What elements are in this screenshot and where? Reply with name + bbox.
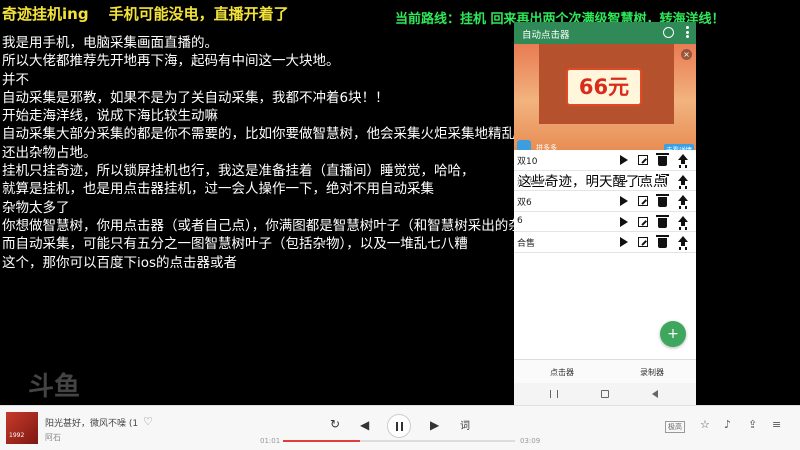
edit-icon[interactable] — [638, 216, 648, 227]
overlay-note: 这些奇迹，明天醒了点点 — [518, 174, 667, 190]
volume-icon[interactable]: ♪ — [724, 418, 731, 431]
album-tag: 1992 — [9, 432, 25, 439]
edit-icon[interactable] — [638, 196, 648, 206]
upload-icon[interactable] — [678, 236, 688, 248]
list-item[interactable]: 双6 — [514, 191, 696, 212]
upload-icon[interactable] — [678, 154, 688, 166]
time-total: 03:09 — [520, 437, 541, 445]
delete-icon[interactable] — [656, 194, 669, 207]
share-icon[interactable] — [663, 27, 674, 38]
play-icon[interactable] — [620, 216, 628, 227]
play-icon[interactable] — [620, 237, 628, 247]
delete-icon[interactable] — [656, 214, 669, 228]
app-bar: 自动点击器 — [514, 22, 696, 44]
phone-screen: 自动点击器 66元 × 拼多多 去看详情 双10 连续单击 双6 6 合售 — [514, 22, 696, 405]
list-item[interactable]: 合售 — [514, 232, 696, 253]
share-icon[interactable]: ⇪ — [748, 418, 757, 431]
heart-icon[interactable]: ♡ — [143, 415, 153, 428]
back-icon[interactable] — [652, 390, 658, 398]
app-title: 自动点击器 — [522, 30, 570, 41]
stream-title-left: 奇迹挂机ing 手机可能没电，直播开着了 — [2, 3, 289, 24]
ad-banner[interactable]: 66元 × 拼多多 去看详情 — [514, 44, 696, 158]
watermark-logo: 斗鱼 — [28, 372, 81, 402]
tab-clicker[interactable]: 点击器 — [550, 367, 574, 378]
stream-title-a: 奇迹挂机ing — [2, 5, 89, 23]
recents-icon[interactable] — [550, 390, 558, 398]
album-art[interactable]: 1992 — [6, 412, 38, 444]
bottom-nav: 点击器 录制器 — [514, 359, 696, 383]
edit-icon[interactable] — [638, 155, 648, 165]
time-current: 01:01 — [260, 437, 281, 445]
list-item[interactable]: 双10 — [514, 150, 696, 171]
script-list: 双10 连续单击 双6 6 合售 — [514, 150, 696, 253]
music-player-bar: 1992 阳光甚好，微风不噪 (1 ♡ 阿石 ↻ ◀ ▶ 词 01:01 03:… — [0, 405, 800, 450]
song-title[interactable]: 阳光甚好，微风不噪 (1 — [45, 416, 138, 429]
artist-name[interactable]: 阿石 — [45, 432, 61, 443]
playlist-icon[interactable]: ≡ — [772, 418, 781, 431]
upload-icon[interactable] — [678, 195, 688, 207]
more-icon[interactable] — [686, 26, 690, 40]
play-icon[interactable] — [620, 155, 628, 165]
delete-icon[interactable] — [656, 235, 669, 248]
stream-title-b: 手机可能没电，直播开着了 — [108, 5, 289, 23]
lyric-button[interactable]: 词 — [460, 417, 470, 432]
ad-amount: 66元 — [566, 68, 642, 106]
previous-icon[interactable]: ◀ — [360, 418, 369, 432]
quality-badge[interactable]: 极高 — [665, 421, 685, 433]
script-name: 合售 — [517, 239, 536, 249]
edit-icon[interactable] — [638, 237, 648, 247]
pause-button[interactable] — [387, 414, 411, 438]
add-script-button[interactable]: + — [660, 321, 686, 347]
upload-icon[interactable] — [678, 215, 688, 228]
progress-bar[interactable] — [283, 440, 515, 442]
tab-recorder[interactable]: 录制器 — [640, 367, 664, 378]
play-icon[interactable] — [620, 196, 628, 206]
script-name: 双10 — [517, 157, 538, 167]
close-icon[interactable]: × — [681, 49, 692, 60]
next-icon[interactable]: ▶ — [430, 418, 439, 432]
script-name: 双6 — [517, 198, 532, 208]
progress-fill — [283, 440, 360, 442]
loop-icon[interactable]: ↻ — [330, 417, 340, 431]
upload-icon[interactable] — [678, 174, 688, 187]
system-nav-bar — [514, 383, 696, 405]
home-icon[interactable] — [601, 390, 609, 398]
effects-icon[interactable]: ☆ — [700, 418, 710, 431]
delete-icon[interactable] — [656, 153, 669, 166]
list-item[interactable]: 6 — [514, 211, 696, 232]
script-name: 6 — [517, 215, 523, 226]
